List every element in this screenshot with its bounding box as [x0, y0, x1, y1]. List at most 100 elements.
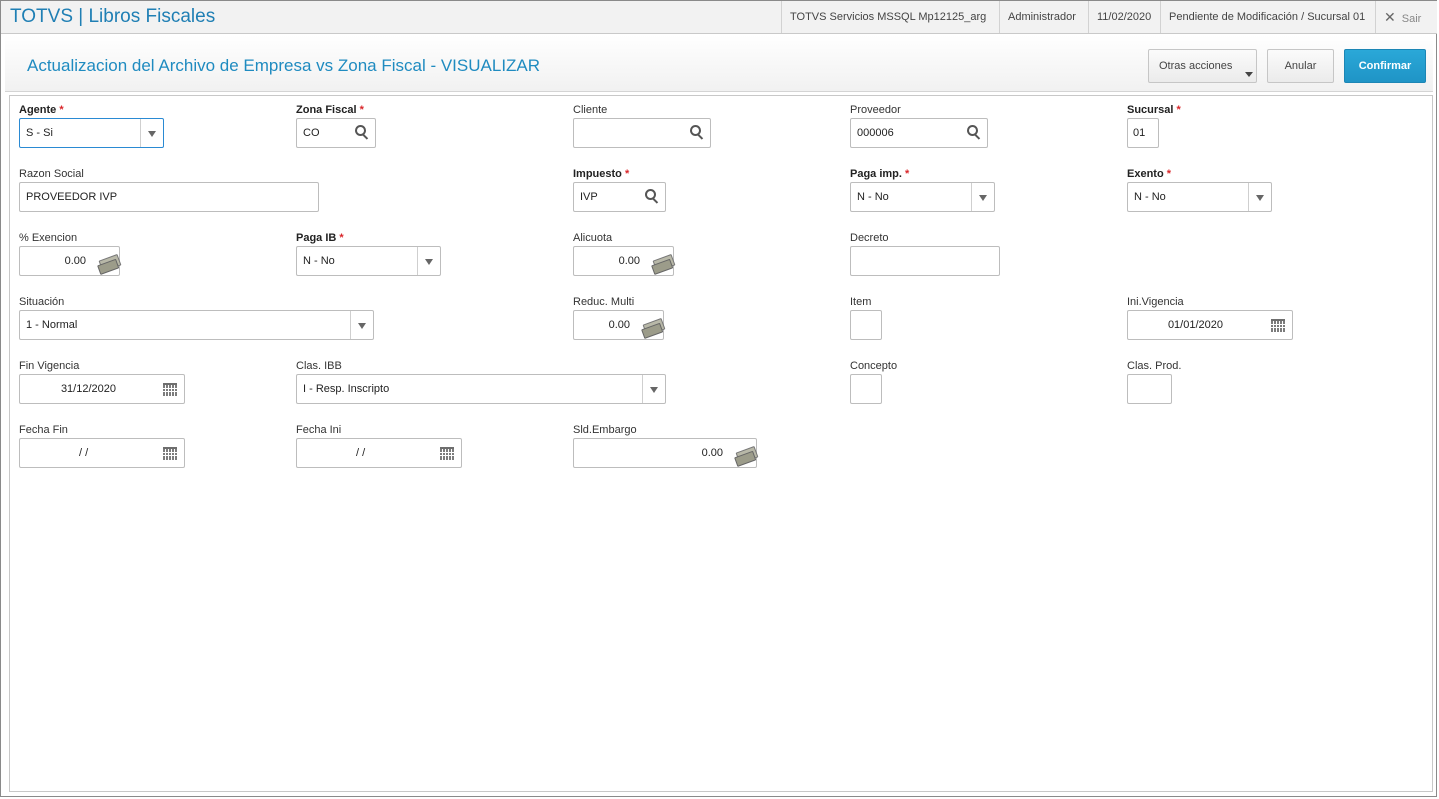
fecha-fin-label: Fecha Fin [19, 424, 68, 436]
item-input[interactable] [850, 310, 882, 340]
fin-vigencia-label: Fin Vigencia [19, 360, 80, 372]
clas-ibb-select[interactable]: I - Resp. Inscripto [296, 374, 666, 404]
paga-ib-select[interactable]: N - No [296, 246, 441, 276]
money-icon[interactable] [652, 253, 676, 273]
clas-ibb-dropdown[interactable] [642, 375, 665, 403]
exento-value: N - No [1134, 191, 1166, 203]
chevron-down-icon [358, 323, 366, 329]
alicuota-input[interactable]: 0.00 [573, 246, 676, 276]
sucursal-input[interactable]: 01 [1127, 118, 1159, 148]
reduc-multi-value: 0.00 [608, 319, 630, 331]
decreto-label: Decreto [850, 232, 889, 244]
calendar-icon[interactable] [440, 447, 454, 460]
page-header: Actualizacion del Archivo de Empresa vs … [5, 35, 1433, 92]
other-actions-label: Otras acciones [1159, 60, 1233, 72]
ini-vigencia-input[interactable]: 01/01/2020 [1127, 310, 1293, 340]
situacion-dropdown[interactable] [350, 311, 373, 339]
confirm-button[interactable]: Confirmar [1344, 49, 1426, 83]
session-date: 11/02/2020 [1088, 1, 1159, 33]
clas-ibb-label: Clas. IBB [296, 360, 342, 372]
calendar-icon[interactable] [163, 447, 177, 460]
agente-select[interactable]: S - Si [19, 118, 164, 148]
chevron-down-icon [1256, 195, 1264, 201]
fecha-ini-input[interactable]: / / [296, 438, 462, 468]
cliente-label: Cliente [573, 104, 608, 116]
branch-status: Pendiente de Modificación / Sucursal 01 [1160, 1, 1373, 33]
decreto-input[interactable] [850, 246, 1000, 276]
search-icon[interactable] [355, 125, 369, 140]
situacion-value: 1 - Normal [26, 319, 78, 331]
zona-fiscal-label: Zona Fiscal * [296, 104, 364, 116]
exento-dropdown[interactable] [1248, 183, 1271, 211]
fecha-fin-value: / / [79, 447, 89, 459]
paga-imp-label: Paga imp. * [850, 168, 910, 180]
sld-embargo-input[interactable]: 0.00 [573, 438, 759, 468]
money-icon[interactable] [98, 253, 122, 273]
razon-social-input[interactable]: PROVEEDOR IVP [19, 182, 319, 212]
razon-social-value: PROVEEDOR IVP [26, 191, 118, 203]
clas-ibb-value: I - Resp. Inscripto [303, 383, 390, 395]
reduc-multi-input[interactable]: 0.00 [573, 310, 666, 340]
fin-vigencia-input[interactable]: 31/12/2020 [19, 374, 185, 404]
impuesto-input[interactable]: IVP [573, 182, 666, 212]
clas-prod-input[interactable] [1127, 374, 1172, 404]
agente-value: S - Si [26, 127, 53, 139]
search-icon[interactable] [645, 189, 659, 204]
proveedor-label: Proveedor [850, 104, 901, 116]
chevron-down-icon [425, 259, 433, 265]
app-title: TOTVS | Libros Fiscales [10, 6, 216, 27]
close-icon: ✕ [1384, 9, 1396, 25]
paga-ib-value: N - No [303, 255, 335, 267]
agente-label: Agente * [19, 104, 64, 116]
exento-select[interactable]: N - No [1127, 182, 1272, 212]
form-panel: Agente * S - Si Zona Fiscal * CO Cliente… [9, 95, 1433, 792]
user-name: Administrador [999, 1, 1084, 33]
alicuota-value: 0.00 [618, 255, 640, 267]
impuesto-label: Impuesto * [573, 168, 630, 180]
chevron-down-icon [148, 131, 156, 137]
cliente-input[interactable] [573, 118, 711, 148]
sld-embargo-label: Sld.Embargo [573, 424, 637, 436]
reduc-multi-label: Reduc. Multi [573, 296, 635, 308]
fecha-ini-value: / / [356, 447, 366, 459]
paga-imp-dropdown[interactable] [971, 183, 994, 211]
paga-ib-dropdown[interactable] [417, 247, 440, 275]
razon-social-label: Razon Social [19, 168, 84, 180]
cancel-button[interactable]: Anular [1267, 49, 1334, 83]
calendar-icon[interactable] [1271, 319, 1285, 332]
clas-prod-label: Clas. Prod. [1127, 360, 1182, 372]
concepto-label: Concepto [850, 360, 898, 372]
zona-fiscal-value: CO [303, 127, 320, 139]
concepto-input[interactable] [850, 374, 882, 404]
search-icon[interactable] [690, 125, 704, 140]
ini-vigencia-value: 01/01/2020 [1167, 319, 1223, 331]
chevron-down-icon [1245, 72, 1253, 77]
paga-imp-select[interactable]: N - No [850, 182, 995, 212]
exencion-input[interactable]: 0.00 [19, 246, 122, 276]
top-bar: TOTVS | Libros Fiscales TOTVS Servicios … [1, 1, 1437, 34]
chevron-down-icon [979, 195, 987, 201]
sucursal-value: 01 [1133, 127, 1146, 139]
ini-vigencia-label: Ini.Vigencia [1127, 296, 1184, 308]
zona-fiscal-input[interactable]: CO [296, 118, 376, 148]
search-icon[interactable] [967, 125, 981, 140]
money-icon[interactable] [735, 445, 759, 465]
fin-vigencia-value: 31/12/2020 [60, 383, 116, 395]
other-actions-button[interactable]: Otras acciones [1148, 49, 1257, 83]
exencion-label: % Exencion [19, 232, 78, 244]
situacion-select[interactable]: 1 - Normal [19, 310, 374, 340]
fecha-fin-input[interactable]: / / [19, 438, 185, 468]
situacion-label: Situación [19, 296, 65, 308]
sld-embargo-value: 0.00 [701, 447, 723, 459]
agente-dropdown[interactable] [140, 119, 163, 147]
money-icon[interactable] [642, 317, 666, 337]
proveedor-input[interactable]: 000006 [850, 118, 988, 148]
exit-button[interactable]: ✕ Sair [1375, 1, 1429, 33]
fecha-ini-label: Fecha Ini [296, 424, 342, 436]
impuesto-value: IVP [580, 191, 598, 203]
proveedor-value: 000006 [857, 127, 894, 139]
chevron-down-icon [650, 387, 658, 393]
alicuota-label: Alicuota [573, 232, 613, 244]
exencion-value: 0.00 [64, 255, 86, 267]
calendar-icon[interactable] [163, 383, 177, 396]
